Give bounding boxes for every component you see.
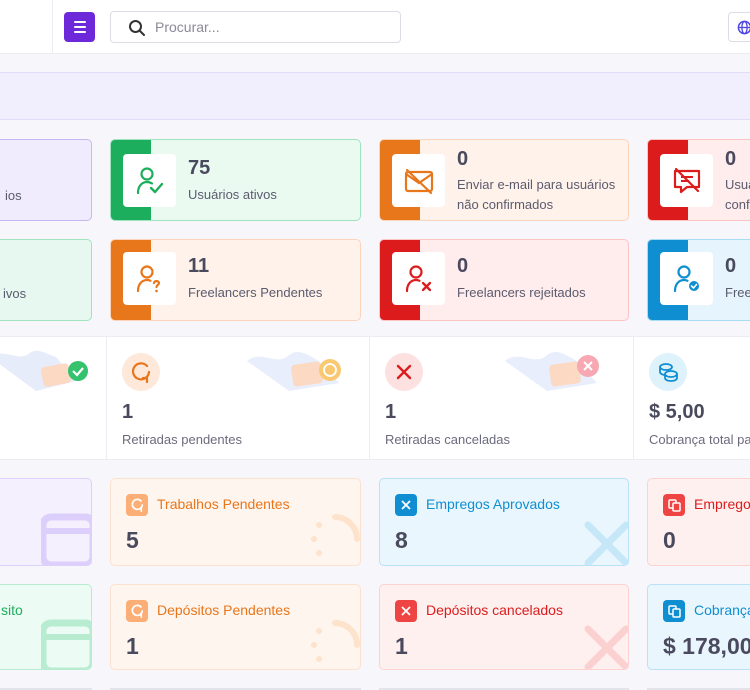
deposit-card-value: $ 178,00 (663, 633, 750, 659)
language-button[interactable] (728, 12, 750, 42)
x-decoration-icon (584, 625, 628, 669)
copy-icon (663, 494, 685, 516)
stat-value: 0 (457, 255, 469, 277)
withdrawal-label: Retiradas canceladas (385, 432, 511, 447)
welcome-banner (0, 72, 750, 120)
deposit-card-value: 1 (395, 633, 408, 659)
job-card-partial-right[interactable]: Empregos 0 (647, 478, 750, 566)
withdrawal-cell-total-charge[interactable]: $ 5,00 Cobrança total par (634, 337, 750, 459)
stat-label: Freel (725, 285, 750, 300)
globe-icon (737, 20, 750, 35)
stat-value: 11 (188, 255, 210, 277)
message-off-icon (660, 154, 713, 207)
withdrawals-panel: 1 Retiradas pendentes 1 Retiradas cancel… (0, 336, 750, 460)
deposit-card-title: Cobrança (694, 602, 750, 618)
withdrawal-cell-cancelled[interactable]: 1 Retiradas canceladas (370, 337, 634, 459)
stat-card-active-users[interactable]: 75 Usuários ativos (110, 139, 361, 221)
x-decoration-icon (584, 521, 628, 565)
job-card-title: Empregos Aprovados (426, 496, 560, 512)
user-check-icon (123, 154, 176, 207)
job-card-partial[interactable] (0, 478, 92, 566)
stat-card-rejected-freelancers[interactable]: 0 Freelancers rejeitados (379, 239, 629, 321)
stat-label: ivos (3, 286, 27, 301)
stat-card-unconfirmed-email[interactable]: 0 Enviar e-mail para usuários não confir… (379, 139, 629, 221)
stat-value: 75 (188, 157, 211, 179)
top-bar (0, 0, 750, 54)
loading-decoration-icon (311, 514, 360, 556)
job-card-value: 0 (663, 527, 676, 553)
withdrawal-cell-pending[interactable]: 1 Retiradas pendentes (107, 337, 370, 459)
stat-label: Usuários ativos (188, 187, 277, 202)
withdrawal-value: 1 (122, 401, 134, 423)
wallet-x-decoration-icon (505, 351, 599, 391)
stat-label: Freelancers rejeitados (457, 285, 586, 300)
close-icon (395, 600, 417, 622)
withdrawal-cell-partial (0, 337, 107, 459)
user-x-icon (392, 252, 445, 305)
stat-card-users-partial-right[interactable]: 0 Usuá confi (647, 139, 750, 221)
job-card-title: Empregos (694, 496, 750, 512)
user-question-icon (123, 252, 176, 305)
coins-icon (649, 353, 687, 391)
job-card-pending[interactable]: Trabalhos Pendentes 5 (110, 478, 361, 566)
withdrawal-value: 1 (385, 401, 397, 423)
deposit-card-value: 1 (126, 633, 139, 659)
refresh-icon (126, 600, 148, 622)
deposit-card-title: sito (1, 602, 23, 618)
stat-label: ios (5, 188, 22, 203)
stat-label: Enviar e-mail para usuários não confirma… (457, 177, 616, 212)
stat-card-users-partial[interactable]: ios (0, 139, 92, 221)
deposit-card-pending[interactable]: Depósitos Pendentes 1 (110, 584, 361, 670)
stat-label: Usuá confi (725, 177, 750, 212)
refresh-icon (126, 494, 148, 516)
copy-icon (663, 600, 685, 622)
stat-value: 0 (725, 148, 737, 170)
deposit-card-title: Depósitos Pendentes (157, 602, 291, 618)
stat-label: Freelancers Pendentes (188, 285, 323, 300)
withdrawal-label: Retiradas pendentes (122, 432, 242, 447)
stat-card-freelancers-partial[interactable]: ivos (0, 239, 92, 321)
hamburger-icon (73, 21, 86, 23)
job-card-value: 5 (126, 527, 139, 553)
stat-card-pending-freelancers[interactable]: 11 Freelancers Pendentes (110, 239, 361, 321)
deposit-card-total-charge[interactable]: Cobrança $ 178,00 (647, 584, 750, 670)
deposit-card-title: Depósitos cancelados (426, 602, 563, 618)
wallet-check-decoration-icon (0, 350, 88, 391)
close-icon (385, 353, 423, 391)
stat-value: 0 (725, 255, 737, 277)
wallet-decoration-icon (41, 513, 91, 565)
search-input[interactable] (155, 12, 395, 42)
job-card-title: Trabalhos Pendentes (157, 496, 290, 512)
loading-decoration-icon (311, 620, 360, 662)
stat-card-freelancers-partial-right[interactable]: 0 Freel (647, 239, 750, 321)
job-card-value: 8 (395, 527, 408, 553)
close-icon (395, 494, 417, 516)
job-card-approved[interactable]: Empregos Aprovados 8 (379, 478, 629, 566)
search-box[interactable] (110, 11, 401, 43)
refresh-icon (122, 353, 160, 391)
menu-toggle-button[interactable] (64, 12, 95, 42)
search-icon (129, 20, 145, 36)
deposit-card-cancelled[interactable]: Depósitos cancelados 1 (379, 584, 629, 670)
stat-value: 0 (457, 148, 469, 170)
withdrawal-label: Cobrança total par (649, 432, 750, 447)
wallet-clock-decoration-icon (247, 351, 341, 391)
wallet-decoration-icon (41, 619, 91, 669)
deposit-card-partial[interactable]: sito (0, 584, 92, 670)
user-verified-icon (660, 252, 713, 305)
withdrawal-value: $ 5,00 (649, 401, 705, 423)
sidebar-divider (52, 0, 53, 54)
mail-off-icon (392, 154, 445, 207)
